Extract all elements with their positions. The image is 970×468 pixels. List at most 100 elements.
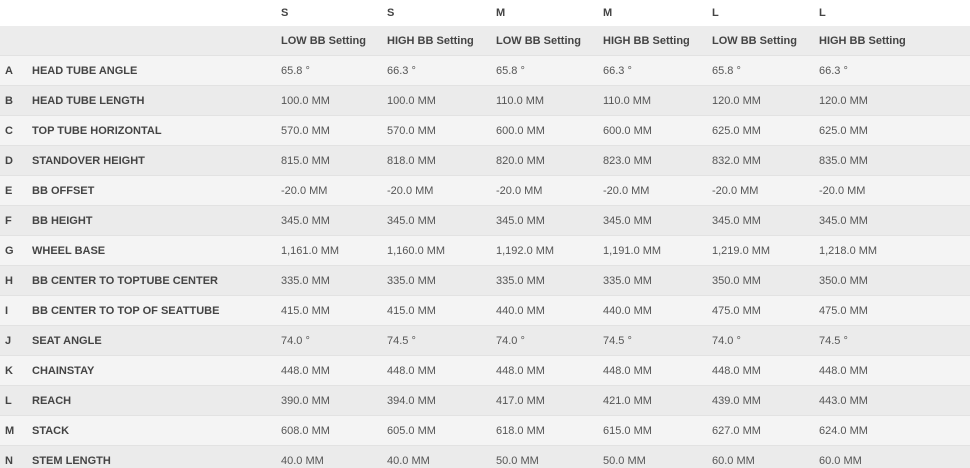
row-measurement-name: SEAT ANGLE: [28, 325, 278, 356]
row-value-cell: 100.0 MM: [384, 85, 493, 116]
table-row: N STEM LENGTH 40.0 MM 40.0 MM 50.0 MM 50.0 MM…: [0, 445, 970, 468]
row-letter: M: [0, 415, 28, 446]
row-value-cell: 335.0 MM: [493, 265, 600, 296]
row-measurement-name: BB CENTER TO TOP OF SEATTUBE: [28, 295, 278, 326]
row-value-cell: 415.0 MM: [384, 295, 493, 326]
table-row: E BB OFFSET -20.0 MM -20.0 MM -20.0 MM -20.0 …: [0, 175, 970, 206]
setting-header: LOW BB Setting: [493, 26, 600, 56]
size-header: L: [816, 0, 970, 26]
row-value-cell: 60.0 MM: [816, 445, 970, 468]
row-value-cell: 65.8 °: [278, 55, 384, 86]
table-row: J SEAT ANGLE 74.0 ° 74.5 ° 74.0 ° 74.5 ° 74.0 …: [0, 325, 970, 356]
row-measurement-name: WHEEL BASE: [28, 235, 278, 266]
row-value-cell: 832.0 MM: [709, 145, 816, 176]
row-value-cell: -20.0 MM: [709, 175, 816, 206]
row-value-cell: 74.0 °: [278, 325, 384, 356]
setting-header: HIGH BB Setting: [384, 26, 493, 56]
row-value-cell: 74.0 °: [709, 325, 816, 356]
row-value-cell: 1,191.0 MM: [600, 235, 709, 266]
row-value-cell: 66.3 °: [816, 55, 970, 86]
row-value-cell: 40.0 MM: [384, 445, 493, 468]
table-row: K CHAINSTAY 448.0 MM 448.0 MM 448.0 MM 448.0 …: [0, 355, 970, 386]
row-value-cell: 439.0 MM: [709, 385, 816, 416]
row-measurement-name: STEM LENGTH: [28, 445, 278, 468]
row-value-cell: 820.0 MM: [493, 145, 600, 176]
row-value-cell: 475.0 MM: [709, 295, 816, 326]
row-measurement-name: REACH: [28, 385, 278, 416]
size-header-empty-name: [28, 0, 278, 26]
row-letter: D: [0, 145, 28, 176]
setting-header: HIGH BB Setting: [816, 26, 970, 56]
row-value-cell: 120.0 MM: [709, 85, 816, 116]
setting-header: LOW BB Setting: [709, 26, 816, 56]
row-value-cell: 350.0 MM: [816, 265, 970, 296]
row-value-cell: 1,218.0 MM: [816, 235, 970, 266]
row-value-cell: 448.0 MM: [278, 355, 384, 386]
row-value-cell: 608.0 MM: [278, 415, 384, 446]
table-row: G WHEEL BASE 1,161.0 MM 1,160.0 MM 1,192.0 M…: [0, 235, 970, 266]
row-value-cell: 1,219.0 MM: [709, 235, 816, 266]
row-letter: B: [0, 85, 28, 116]
row-letter: L: [0, 385, 28, 416]
table-row: D STANDOVER HEIGHT 815.0 MM 818.0 MM 820.0 M…: [0, 145, 970, 176]
row-value-cell: 345.0 MM: [493, 205, 600, 236]
row-value-cell: -20.0 MM: [278, 175, 384, 206]
row-value-cell: 350.0 MM: [709, 265, 816, 296]
row-value-cell: 448.0 MM: [384, 355, 493, 386]
row-value-cell: 818.0 MM: [384, 145, 493, 176]
row-value-cell: 448.0 MM: [600, 355, 709, 386]
row-value-cell: 624.0 MM: [816, 415, 970, 446]
row-value-cell: -20.0 MM: [493, 175, 600, 206]
row-measurement-name: HEAD TUBE LENGTH: [28, 85, 278, 116]
row-value-cell: 345.0 MM: [278, 205, 384, 236]
row-letter: J: [0, 325, 28, 356]
size-header: M: [493, 0, 600, 26]
row-value-cell: 100.0 MM: [278, 85, 384, 116]
row-value-cell: 448.0 MM: [816, 355, 970, 386]
row-value-cell: 417.0 MM: [493, 385, 600, 416]
row-measurement-name: STACK: [28, 415, 278, 446]
row-value-cell: 600.0 MM: [600, 115, 709, 146]
size-header-empty-letter: [0, 0, 28, 26]
row-value-cell: 570.0 MM: [384, 115, 493, 146]
row-value-cell: 120.0 MM: [816, 85, 970, 116]
row-value-cell: 394.0 MM: [384, 385, 493, 416]
row-value-cell: 421.0 MM: [600, 385, 709, 416]
row-value-cell: 415.0 MM: [278, 295, 384, 326]
row-letter: F: [0, 205, 28, 236]
row-value-cell: 625.0 MM: [816, 115, 970, 146]
row-letter: I: [0, 295, 28, 326]
row-value-cell: 570.0 MM: [278, 115, 384, 146]
row-letter: G: [0, 235, 28, 266]
row-value-cell: 60.0 MM: [709, 445, 816, 468]
row-value-cell: 110.0 MM: [493, 85, 600, 116]
row-value-cell: 345.0 MM: [816, 205, 970, 236]
row-value-cell: 835.0 MM: [816, 145, 970, 176]
row-value-cell: 625.0 MM: [709, 115, 816, 146]
row-value-cell: 335.0 MM: [278, 265, 384, 296]
row-value-cell: 40.0 MM: [278, 445, 384, 468]
row-value-cell: 440.0 MM: [493, 295, 600, 326]
row-value-cell: 823.0 MM: [600, 145, 709, 176]
row-value-cell: 605.0 MM: [384, 415, 493, 446]
table-row: I BB CENTER TO TOP OF SEATTUBE 415.0 MM 415…: [0, 295, 970, 326]
row-measurement-name: TOP TUBE HORIZONTAL: [28, 115, 278, 146]
row-value-cell: 74.5 °: [600, 325, 709, 356]
row-value-cell: 443.0 MM: [816, 385, 970, 416]
table-row: A HEAD TUBE ANGLE 65.8 ° 66.3 ° 65.8 ° 66.3 °…: [0, 55, 970, 86]
row-letter: N: [0, 445, 28, 468]
row-value-cell: 345.0 MM: [384, 205, 493, 236]
row-value-cell: 815.0 MM: [278, 145, 384, 176]
row-measurement-name: BB HEIGHT: [28, 205, 278, 236]
setting-header-row: LOW BB Setting HIGH BB Setting LOW BB Se…: [0, 26, 970, 56]
row-letter: A: [0, 55, 28, 86]
row-value-cell: 74.5 °: [384, 325, 493, 356]
row-value-cell: 390.0 MM: [278, 385, 384, 416]
row-value-cell: 627.0 MM: [709, 415, 816, 446]
setting-header-empty-letter: [0, 26, 28, 56]
row-value-cell: 600.0 MM: [493, 115, 600, 146]
size-header: S: [278, 0, 384, 26]
setting-header: LOW BB Setting: [278, 26, 384, 56]
row-value-cell: -20.0 MM: [384, 175, 493, 206]
table-row: L REACH 390.0 MM 394.0 MM 417.0 MM 421.0 MM 43…: [0, 385, 970, 416]
